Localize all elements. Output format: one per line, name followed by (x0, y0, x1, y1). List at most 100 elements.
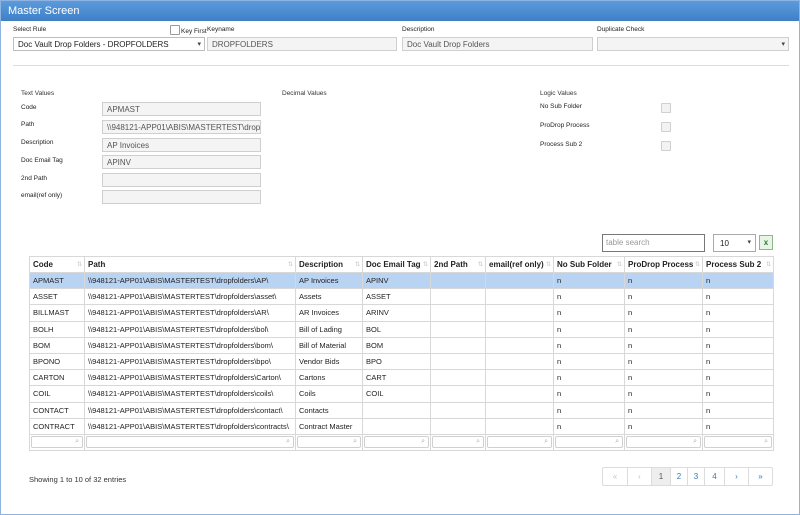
column-header-prodrop-process[interactable]: ProDrop Process ⇅ (624, 256, 703, 273)
table-cell: n (553, 385, 625, 403)
column-filter-cell: ⌕ (624, 433, 703, 452)
table-row[interactable]: APMAST \\948121-APP01\ABIS\MASTERTEST\dro… (29, 271, 774, 290)
table-row[interactable]: BPONO \\948121-APP01\ABIS\MASTERTEST\drop… (29, 352, 774, 371)
sort-icon: ⇅ (616, 262, 622, 268)
table-cell: \\948121-APP01\ABIS\MASTERTEST\dropfolde… (84, 352, 296, 371)
table-cell (430, 401, 486, 419)
second-path-field[interactable] (102, 173, 261, 187)
key-first-checkbox[interactable] (170, 25, 180, 35)
search-icon: ⌕ (476, 438, 480, 446)
doc-email-tag-field[interactable]: APINV (102, 155, 261, 169)
table-cell (430, 336, 486, 354)
table-cell: Assets (295, 288, 363, 306)
table-row[interactable]: BOM \\948121-APP01\ABIS\MASTERTEST\dropfo… (29, 336, 774, 354)
page-4-button[interactable]: 4 (704, 468, 724, 485)
sort-icon: ⇅ (545, 262, 551, 268)
table-search-input[interactable]: table search (602, 234, 705, 252)
table-cell: APMAST (29, 271, 85, 290)
table-row[interactable]: ASSET \\948121-APP01\ABIS\MASTERTEST\drop… (29, 288, 774, 306)
column-filter-input[interactable]: ⌕ (487, 436, 552, 449)
table-row[interactable]: CONTRACT \\948121-APP01\ABIS\MASTERTEST\d… (29, 417, 774, 435)
table-row[interactable]: CONTACT \\948121-APP01\ABIS\MASTERTEST\dr… (29, 401, 774, 419)
window-title: Master Screen (1, 1, 799, 21)
description-field[interactable]: Doc Vault Drop Folders (402, 37, 593, 51)
table-cell: COIL (362, 385, 431, 403)
search-icon: ⌕ (764, 438, 768, 446)
excel-export-icon[interactable]: x (759, 235, 773, 250)
path-field[interactable]: \\948121-APP01\ABIS\MASTERTEST\dropfolde… (102, 120, 261, 134)
prev-page-button[interactable]: ‹ (627, 468, 651, 485)
chevron-down-icon: ▾ (747, 239, 751, 246)
column-header-label: Code (33, 260, 53, 269)
page-size-select[interactable]: 10 ▾ (713, 234, 756, 252)
table-cell: n (624, 352, 703, 371)
table-cell: n (624, 417, 703, 435)
column-header-2nd-path[interactable]: 2nd Path ⇅ (430, 256, 486, 273)
table-cell: n (624, 369, 703, 387)
table-cell: n (553, 304, 625, 322)
column-filter-input[interactable]: ⌕ (626, 436, 701, 449)
table-row[interactable]: COIL \\948121-APP01\ABIS\MASTERTEST\dropf… (29, 385, 774, 403)
column-header-path[interactable]: Path ⇅ (84, 256, 296, 273)
column-header-process-sub-2[interactable]: Process Sub 2 ⇅ (702, 256, 774, 273)
column-header-description[interactable]: Description ⇅ (295, 256, 363, 273)
email-ref-only-field[interactable] (102, 190, 261, 204)
column-filter-cell: ⌕ (553, 433, 625, 452)
table-cell: n (624, 288, 703, 306)
page-size-value: 10 (720, 239, 729, 248)
column-header-no-sub-folder[interactable]: No Sub Folder ⇅ (553, 256, 625, 273)
sort-icon: ⇅ (694, 262, 700, 268)
column-filter-input[interactable]: ⌕ (31, 436, 83, 449)
page-3-button[interactable]: 3 (687, 468, 704, 485)
table-cell: ASSET (362, 288, 431, 306)
table-cell: n (702, 336, 774, 354)
table-cell: \\948121-APP01\ABIS\MASTERTEST\dropfolde… (84, 336, 296, 354)
code-field[interactable]: APMAST (102, 102, 261, 116)
table-cell: n (702, 320, 774, 338)
table-cell (485, 336, 554, 354)
search-icon: ⌕ (544, 438, 548, 446)
next-page-button[interactable]: › (724, 468, 748, 485)
process-sub-2-checkbox[interactable] (661, 141, 671, 151)
table-info: Showing 1 to 10 of 32 entries (29, 475, 127, 484)
keyname-field[interactable]: DROPFOLDERS (207, 37, 397, 51)
first-page-button[interactable]: « (603, 468, 627, 485)
table-row[interactable]: BILLMAST \\948121-APP01\ABIS\MASTERTEST\d… (29, 304, 774, 322)
last-page-button[interactable]: » (748, 468, 772, 485)
prodrop-process-checkbox[interactable] (661, 122, 671, 132)
table-cell: n (702, 417, 774, 435)
page-2-button[interactable]: 2 (670, 468, 687, 485)
table-cell (430, 271, 486, 290)
column-filter-cell: ⌕ (84, 433, 296, 452)
column-filter-input[interactable]: ⌕ (432, 436, 484, 449)
search-icon: ⌕ (615, 438, 619, 446)
filter-row: ⌕ ⌕ ⌕ ⌕ ⌕ ⌕ ⌕ ⌕ ⌕ (29, 433, 774, 452)
column-filter-input[interactable]: ⌕ (555, 436, 623, 449)
key-first-label: Key First (181, 28, 207, 35)
table-cell: BPONO (29, 352, 85, 371)
column-filter-input[interactable]: ⌕ (86, 436, 294, 449)
duplicate-check-dropdown[interactable]: ▾ (597, 37, 789, 51)
table-cell: n (624, 385, 703, 403)
page-1-button[interactable]: 1 (651, 468, 670, 485)
table-cell: BPO (362, 352, 431, 371)
select-rule-dropdown[interactable]: Doc Vault Drop Folders - DROPFOLDERS ▾ (13, 37, 205, 51)
description-text-field[interactable]: AP Invoices (102, 138, 261, 152)
table-cell: BILLMAST (29, 304, 85, 322)
description-label: Description (402, 26, 435, 33)
table-cell (430, 417, 486, 435)
search-icon: ⌕ (421, 438, 425, 446)
column-filter-input[interactable]: ⌕ (297, 436, 361, 449)
no-sub-folder-checkbox[interactable] (661, 103, 671, 113)
column-header-label: Path (88, 260, 106, 269)
column-header-code[interactable]: Code ⇅ (29, 256, 85, 273)
second-path-label: 2nd Path (21, 175, 48, 182)
table-row[interactable]: BOLH \\948121-APP01\ABIS\MASTERTEST\dropf… (29, 320, 774, 338)
column-filter-input[interactable]: ⌕ (364, 436, 429, 449)
table-row[interactable]: CARTON \\948121-APP01\ABIS\MASTERTEST\dro… (29, 369, 774, 387)
column-header-email-ref-only[interactable]: email(ref only) ⇅ (485, 256, 554, 273)
table-cell: n (624, 271, 703, 290)
column-filter-input[interactable]: ⌕ (704, 436, 772, 449)
column-header-doc-email-tag[interactable]: Doc Email Tag ⇅ (362, 256, 431, 273)
table-cell: APINV (362, 271, 431, 290)
